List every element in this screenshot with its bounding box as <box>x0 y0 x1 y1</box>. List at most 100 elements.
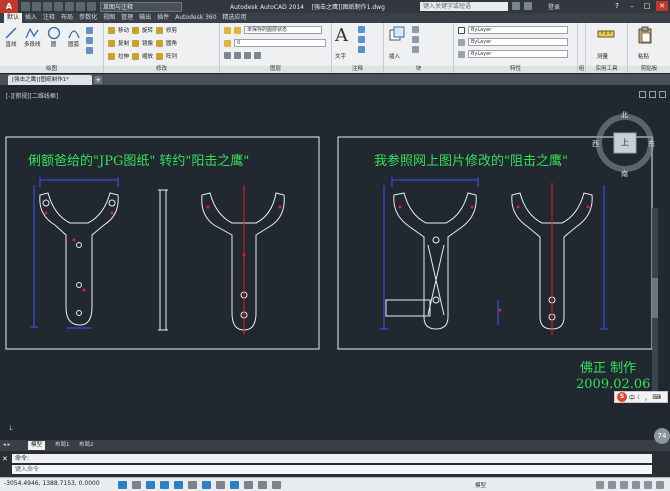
copy-icon[interactable] <box>108 39 115 47</box>
circle-tool[interactable]: 圆 <box>47 26 61 48</box>
layer-match-icon[interactable] <box>224 52 231 59</box>
arc-tool[interactable]: 圆弧 <box>67 26 81 48</box>
dynamic-input-icon[interactable] <box>230 481 239 489</box>
fillet-label[interactable]: 圆角 <box>166 39 177 47</box>
command-input[interactable]: 键入命令 <box>12 465 652 474</box>
text-icon[interactable]: A <box>335 25 348 46</box>
open-file-icon[interactable] <box>32 2 41 11</box>
measure-label[interactable]: 测量 <box>597 52 608 60</box>
layer-previous-icon[interactable] <box>234 52 241 59</box>
fillet-icon[interactable] <box>156 39 164 47</box>
layer-properties-icon[interactable] <box>224 26 231 34</box>
layer-state-dropdown[interactable]: 未保存的图层状态 <box>244 26 322 34</box>
ime-keyboard-icon[interactable]: ⌨ <box>652 394 661 401</box>
polar-tracking-icon[interactable] <box>160 481 169 489</box>
annotation-group-label[interactable]: 注释 <box>332 66 383 73</box>
undo-icon[interactable] <box>76 2 85 11</box>
polyline-tool[interactable]: 多段线 <box>24 26 41 48</box>
hatch-icon[interactable] <box>86 37 93 44</box>
utilities-group-label[interactable]: 实用工具 <box>586 66 627 73</box>
document-tab[interactable]: [强击之鹰]]图纸制作1* <box>8 75 92 85</box>
lock-icon[interactable] <box>620 481 628 489</box>
create-block-icon[interactable] <box>412 26 419 33</box>
quick-properties-icon[interactable] <box>272 481 281 489</box>
isolate-objects-icon[interactable] <box>644 481 652 489</box>
new-tab-icon[interactable]: + <box>94 76 102 84</box>
mirror-icon[interactable] <box>132 39 140 47</box>
viewcube-north[interactable]: 北 <box>621 110 628 120</box>
tab-model[interactable]: 模型 <box>28 441 46 450</box>
new-file-icon[interactable] <box>21 2 30 11</box>
notification-badge[interactable]: 74 <box>654 428 670 444</box>
dynamic-ucs-icon[interactable] <box>216 481 225 489</box>
drawing-viewport[interactable]: [-][俯视][二维线框] 俐额爸给的"JPG图纸" 转约"阳击之鹰" 我参照网… <box>0 85 670 440</box>
model-space-label[interactable]: 模型 <box>475 481 486 489</box>
tab-view[interactable]: 视图 <box>100 13 118 23</box>
layer-unisolate-icon[interactable] <box>254 52 261 59</box>
text-label[interactable]: 文字 <box>335 52 346 60</box>
measure-icon[interactable] <box>597 27 615 41</box>
lineweight-toggle-icon[interactable] <box>244 481 253 489</box>
application-menu-button[interactable]: A <box>0 0 18 13</box>
tab-manage[interactable]: 管理 <box>118 13 136 23</box>
array-icon[interactable] <box>156 52 164 60</box>
tab-default[interactable]: 默认 <box>4 13 23 23</box>
minimize-icon[interactable]: – <box>626 1 638 11</box>
array-label[interactable]: 阵列 <box>166 52 177 60</box>
tab-annotate[interactable]: 注释 <box>40 13 58 23</box>
workspace-dropdown[interactable]: 草图与注释 <box>100 1 182 12</box>
line-tool[interactable]: 直线 <box>4 26 18 48</box>
dimension-icon[interactable] <box>358 26 365 33</box>
leader-icon[interactable] <box>358 36 365 43</box>
insert-block-icon[interactable] <box>389 26 405 42</box>
scale-icon[interactable] <box>132 52 140 60</box>
stretch-icon[interactable] <box>108 52 115 60</box>
3d-object-snap-icon[interactable] <box>188 481 197 489</box>
snap-mode-icon[interactable] <box>118 481 127 489</box>
plot-icon[interactable] <box>65 2 74 11</box>
edit-attributes-icon[interactable] <box>412 46 419 53</box>
ime-toolbar[interactable]: S 中 ☾ ， ⌨ <box>614 391 668 403</box>
ime-language[interactable]: 中 <box>629 393 635 402</box>
ime-moon-icon[interactable]: ☾ <box>637 394 642 401</box>
tab-output[interactable]: 输出 <box>136 13 154 23</box>
clipboard-group-label[interactable]: 剪贴板 <box>628 66 670 73</box>
tab-layout1[interactable]: 布局1 <box>52 441 73 450</box>
tab-autodesk-360[interactable]: Autodesk 360 <box>172 13 219 23</box>
tab-insert[interactable]: 插入 <box>22 13 40 23</box>
lineweight-dropdown[interactable]: ByLayer <box>468 50 568 58</box>
close-icon[interactable]: ✕ <box>656 1 668 11</box>
move-icon[interactable] <box>108 26 115 34</box>
groups-group-label[interactable]: 组 <box>578 66 585 73</box>
edit-block-icon[interactable] <box>412 36 419 43</box>
color-dropdown[interactable]: ByLayer <box>468 26 568 34</box>
save-icon[interactable] <box>43 2 52 11</box>
maximize-icon[interactable]: □ <box>641 1 653 11</box>
trim-label[interactable]: 修剪 <box>166 26 177 34</box>
layer-off-icon[interactable] <box>234 26 241 34</box>
viewcube-south[interactable]: 南 <box>621 169 628 179</box>
rectangle-icon[interactable] <box>86 27 93 34</box>
paste-label[interactable]: 粘贴 <box>638 52 649 60</box>
tab-layout2[interactable]: 布局2 <box>76 441 97 450</box>
draw-group-label[interactable]: 绘图 <box>0 66 103 73</box>
workspace-switch-icon[interactable] <box>608 481 616 489</box>
object-snap-icon[interactable] <box>174 481 183 489</box>
fullscreen-icon[interactable] <box>656 481 664 489</box>
ortho-mode-icon[interactable] <box>146 481 155 489</box>
properties-group-label[interactable]: 特性 <box>454 66 577 73</box>
scrollbar-thumb[interactable] <box>652 278 658 318</box>
mirror-label[interactable]: 镜像 <box>142 39 153 47</box>
grid-display-icon[interactable] <box>132 481 141 489</box>
current-layer-dropdown[interactable]: 0 <box>234 39 326 47</box>
search-input[interactable]: 键入关键字或短语 <box>420 2 508 11</box>
move-label[interactable]: 移动 <box>118 26 129 34</box>
paste-icon[interactable] <box>638 26 652 44</box>
table-icon[interactable] <box>358 46 365 53</box>
viewcube-east[interactable]: 东 <box>648 139 655 149</box>
insert-label[interactable]: 插入 <box>389 52 400 60</box>
modify-group-label[interactable]: 修改 <box>104 66 219 73</box>
transparency-toggle-icon[interactable] <box>258 481 267 489</box>
vertical-scrollbar[interactable] <box>652 208 658 398</box>
rotate-label[interactable]: 旋转 <box>142 26 153 34</box>
